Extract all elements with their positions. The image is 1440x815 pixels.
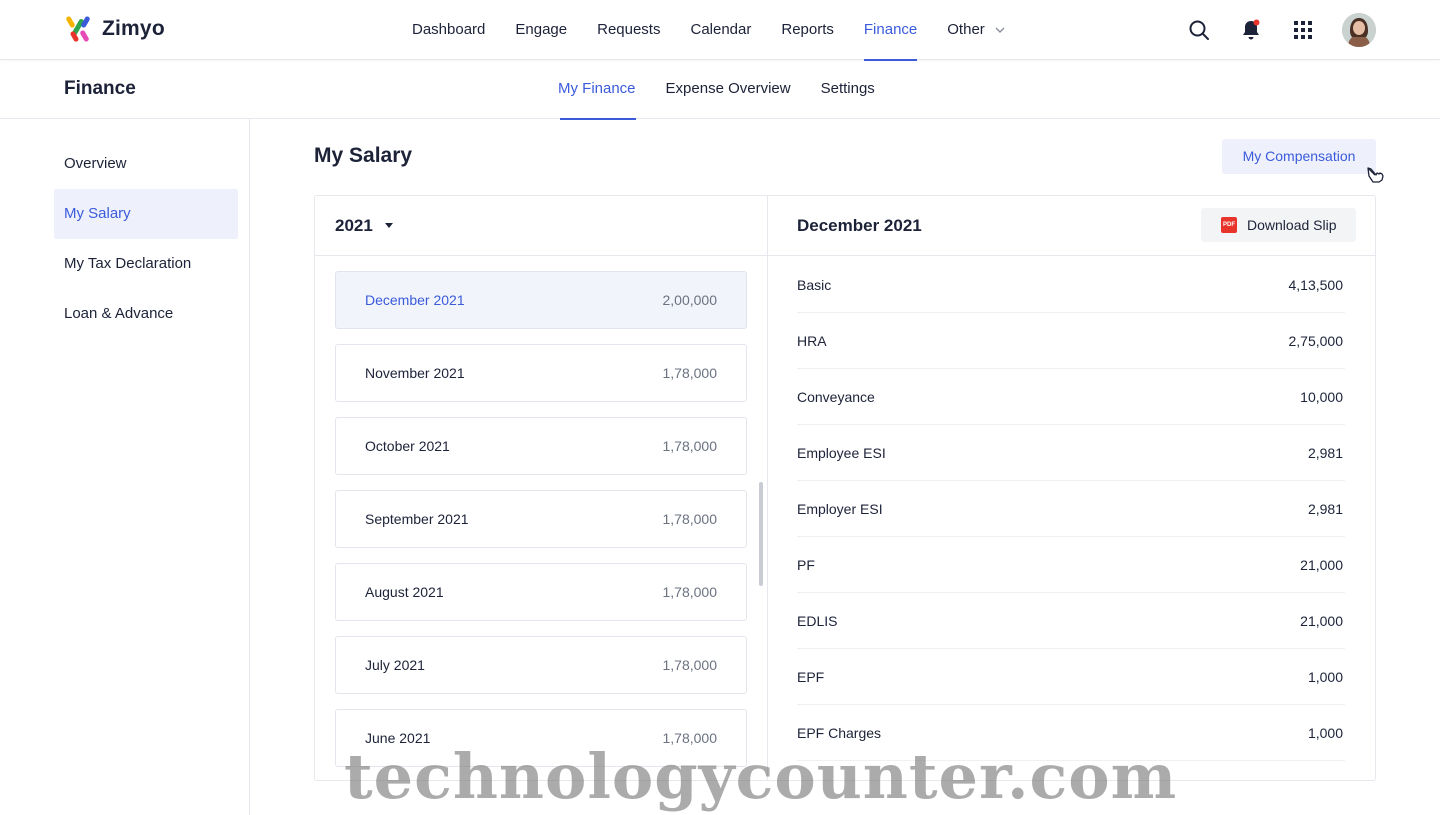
nav-finance[interactable]: Finance xyxy=(863,0,918,61)
month-amount: 1,78,000 xyxy=(662,438,718,454)
month-name: July 2021 xyxy=(365,657,425,673)
app-logo[interactable]: Zimyo xyxy=(64,14,165,44)
salary-row: EPF 1,000 xyxy=(797,649,1345,705)
component-value: 2,75,000 xyxy=(1288,332,1344,349)
download-slip-label: Download Slip xyxy=(1247,217,1337,233)
year-selector[interactable]: 2021 xyxy=(335,216,393,236)
salary-components: Basic 4,13,500 HRA 2,75,000 Conveyance 10,0… xyxy=(797,257,1345,761)
salary-detail-pane: December 2021 PDF Download Slip Basic 4,1… xyxy=(768,196,1375,780)
component-value: 10,000 xyxy=(1300,388,1343,405)
my-compensation-button[interactable]: My Compensation xyxy=(1222,139,1376,174)
year-label: 2021 xyxy=(335,215,373,235)
nav-dashboard[interactable]: Dashboard xyxy=(412,0,485,60)
salary-row: Conveyance 10,000 xyxy=(797,369,1345,425)
main-nav: Dashboard Engage Requests Calendar Repor… xyxy=(412,0,1035,61)
search-icon[interactable] xyxy=(1186,12,1212,48)
nav-other[interactable]: Other xyxy=(947,0,1005,60)
top-navbar: Zimyo Dashboard Engage Requests Calendar… xyxy=(0,0,1440,61)
salary-row: Basic 4,13,500 xyxy=(797,257,1345,313)
component-label: EDLIS xyxy=(797,612,838,629)
salary-row: HRA 2,75,000 xyxy=(797,313,1345,369)
month-amount: 1,78,000 xyxy=(662,511,718,527)
salary-row: PF 21,000 xyxy=(797,537,1345,593)
nav-other-label: Other xyxy=(947,21,985,38)
bell-icon[interactable] xyxy=(1238,12,1264,48)
month-item-september[interactable]: September 2021 1,78,000 xyxy=(335,490,747,548)
detail-period: December 2021 xyxy=(797,216,922,235)
component-label: Employer ESI xyxy=(797,500,883,517)
watermark: technologycounter.com xyxy=(344,740,1178,813)
component-value: 2,981 xyxy=(1307,500,1343,517)
sidebar: Overview My Salary My Tax Declaration Lo… xyxy=(0,119,250,815)
month-amount: 2,00,000 xyxy=(662,292,718,308)
component-label: Conveyance xyxy=(797,388,875,405)
component-value: 1,000 xyxy=(1307,668,1343,685)
chevron-down-icon xyxy=(995,27,1005,34)
component-label: EPF xyxy=(797,668,825,685)
tab-settings[interactable]: Settings xyxy=(821,60,875,119)
month-pane: 2021 December 2021 2,00,000 November 202… xyxy=(315,196,768,780)
caret-down-icon xyxy=(384,223,393,228)
month-amount: 1,78,000 xyxy=(662,584,718,600)
month-list[interactable]: December 2021 2,00,000 November 2021 1,7… xyxy=(335,271,748,780)
year-header: 2021 xyxy=(315,196,767,256)
component-label: PF xyxy=(797,556,815,573)
nav-engage[interactable]: Engage xyxy=(515,0,567,60)
month-item-november[interactable]: November 2021 1,78,000 xyxy=(335,344,747,402)
component-value: 1,000 xyxy=(1307,724,1343,741)
component-value: 21,000 xyxy=(1300,612,1343,629)
month-name: October 2021 xyxy=(365,438,450,454)
component-label: EPF Charges xyxy=(797,724,882,741)
salary-card: 2021 December 2021 2,00,000 November 202… xyxy=(314,195,1376,781)
month-item-december[interactable]: December 2021 2,00,000 xyxy=(335,271,747,329)
avatar-image xyxy=(1342,13,1376,47)
nav-requests[interactable]: Requests xyxy=(597,0,660,60)
month-amount: 1,78,000 xyxy=(662,365,718,381)
month-name: September 2021 xyxy=(365,511,469,527)
tab-expense-overview[interactable]: Expense Overview xyxy=(666,60,791,119)
header-actions xyxy=(1186,12,1376,48)
zimyo-logo-icon xyxy=(66,16,90,42)
tab-my-finance[interactable]: My Finance xyxy=(558,60,636,120)
month-item-july[interactable]: July 2021 1,78,000 xyxy=(335,636,747,694)
sidebar-item-tax-declaration[interactable]: My Tax Declaration xyxy=(54,239,238,289)
component-label: Employee ESI xyxy=(797,444,886,461)
scrollbar[interactable] xyxy=(759,482,763,586)
finance-tabs: My Finance Expense Overview Settings xyxy=(558,60,905,120)
section-header: Finance My Finance Expense Overview Sett… xyxy=(0,60,1440,120)
salary-row: Employee ESI 2,981 xyxy=(797,425,1345,481)
component-value: 21,000 xyxy=(1300,556,1343,573)
nav-reports[interactable]: Reports xyxy=(781,0,834,60)
component-value: 4,13,500 xyxy=(1288,276,1344,293)
pdf-icon: PDF xyxy=(1221,217,1237,233)
user-avatar[interactable] xyxy=(1342,13,1376,47)
page-title: My Salary xyxy=(314,144,413,167)
component-label: Basic xyxy=(797,276,832,293)
month-amount: 1,78,000 xyxy=(662,657,718,673)
month-item-october[interactable]: October 2021 1,78,000 xyxy=(335,417,747,475)
detail-header: December 2021 PDF Download Slip xyxy=(768,196,1375,256)
month-name: August 2021 xyxy=(365,584,444,600)
salary-row: EDLIS 21,000 xyxy=(797,593,1345,649)
month-item-august[interactable]: August 2021 1,78,000 xyxy=(335,563,747,621)
component-label: HRA xyxy=(797,332,827,349)
component-value: 2,981 xyxy=(1307,444,1343,461)
sidebar-item-my-salary[interactable]: My Salary xyxy=(54,189,238,239)
salary-row: Employer ESI 2,981 xyxy=(797,481,1345,537)
section-title: Finance xyxy=(64,78,136,99)
sidebar-item-loan-advance[interactable]: Loan & Advance xyxy=(54,289,238,339)
download-slip-button[interactable]: PDF Download Slip xyxy=(1201,208,1356,242)
apps-grid-icon[interactable] xyxy=(1290,12,1316,48)
app-name: Zimyo xyxy=(102,17,165,40)
sidebar-item-overview[interactable]: Overview xyxy=(54,139,238,189)
nav-calendar[interactable]: Calendar xyxy=(690,0,751,60)
month-name: December 2021 xyxy=(365,292,465,308)
hand-cursor-icon xyxy=(1367,167,1384,183)
month-name: November 2021 xyxy=(365,365,465,381)
